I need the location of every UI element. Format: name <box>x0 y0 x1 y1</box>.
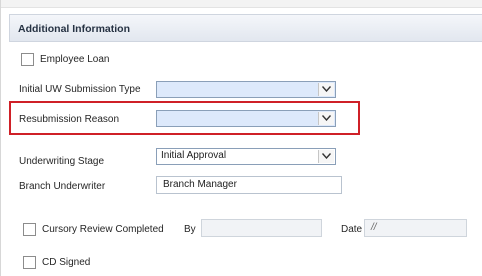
employee-loan-checkbox[interactable] <box>21 53 34 66</box>
chevron-down-icon[interactable] <box>318 112 334 125</box>
cursory-review-date-field[interactable]: // <box>364 219 467 237</box>
cursory-review-checkbox[interactable] <box>23 223 36 236</box>
underwriting-stage-value: Initial Approval <box>161 150 227 161</box>
top-band <box>1 0 482 8</box>
section-title: Additional Information <box>18 23 130 35</box>
section-header: Additional Information <box>9 14 482 42</box>
resubmission-reason-select[interactable] <box>156 110 336 127</box>
chevron-down-icon[interactable] <box>318 83 334 96</box>
cursory-review-date-label: Date <box>341 224 363 235</box>
cursory-review-label: Cursory Review Completed <box>42 224 164 235</box>
employee-loan-label: Employee Loan <box>40 54 110 65</box>
cd-signed-checkbox[interactable] <box>23 256 36 269</box>
initial-uw-submission-type-select[interactable] <box>156 81 336 98</box>
chevron-down-icon[interactable] <box>318 150 334 163</box>
cd-signed-label: CD Signed <box>42 257 91 268</box>
initial-uw-submission-type-label: Initial UW Submission Type <box>19 84 141 95</box>
cursory-review-by-field[interactable] <box>201 219 322 237</box>
resubmission-reason-label: Resubmission Reason <box>19 114 120 125</box>
additional-information-panel: Additional Information Employee Loan Ini… <box>0 0 482 276</box>
branch-underwriter-value: Branch Manager <box>163 179 237 190</box>
underwriting-stage-label: Underwriting Stage <box>19 156 105 167</box>
cursory-review-date-value: // <box>371 222 377 233</box>
cursory-review-by-label: By <box>184 224 196 235</box>
branch-underwriter-field[interactable]: Branch Manager <box>156 176 342 194</box>
underwriting-stage-select[interactable]: Initial Approval <box>156 148 336 165</box>
branch-underwriter-label: Branch Underwriter <box>19 181 106 192</box>
